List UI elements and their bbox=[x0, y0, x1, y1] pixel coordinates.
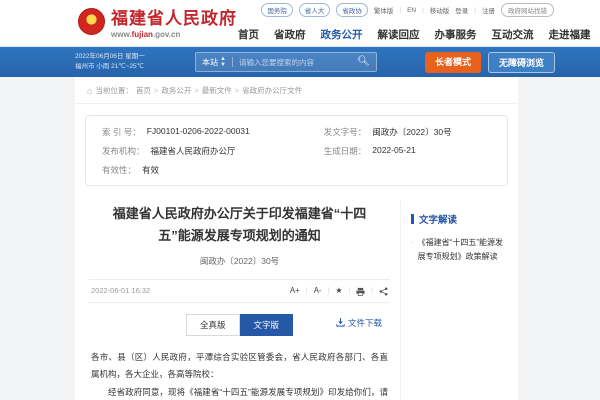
nav-about-fujian[interactable]: 走进福建 bbox=[549, 27, 591, 42]
meta-doc-number: 闽政办〔2022〕30号 bbox=[372, 126, 451, 138]
page-body: ⌂ 当前位置： 首页 > 政务公开 > 最新文件 > 省政府办公厅文件 索 引 … bbox=[0, 77, 600, 400]
breadcrumb: ⌂ 当前位置： 首页 > 政务公开 > 最新文件 > 省政府办公厅文件 bbox=[75, 77, 518, 104]
tab-full-version[interactable]: 全真版 bbox=[186, 314, 240, 336]
tab-text-version[interactable]: 文字版 bbox=[240, 314, 294, 336]
nav-home[interactable]: 首页 bbox=[238, 27, 259, 42]
version-tabs: 全真版 文字版 文件下载 bbox=[87, 314, 392, 334]
nav-services[interactable]: 办事服务 bbox=[435, 27, 477, 42]
nav-government-affairs[interactable]: 政务公开 bbox=[321, 27, 363, 42]
content-card: ⌂ 当前位置： 首页 > 政务公开 > 最新文件 > 省政府办公厅文件 索 引 … bbox=[75, 77, 518, 400]
site-url: www.fujian.gov.cn bbox=[111, 30, 237, 39]
select-arrows-icon: ▲▼ bbox=[220, 56, 226, 68]
nav-provincial-government[interactable]: 省政府 bbox=[274, 27, 306, 42]
doc-number: 闽政办〔2022〕30号 bbox=[87, 255, 392, 267]
meta-index-number: FJ00101-0206-2022-00031 bbox=[147, 126, 250, 138]
nav-interaction[interactable]: 互动交流 bbox=[492, 27, 534, 42]
link-state-council[interactable]: 国务院 bbox=[261, 3, 293, 17]
home-icon: ⌂ bbox=[87, 86, 92, 96]
site-error-report-badge[interactable]: 政府网站找错 bbox=[501, 3, 554, 17]
date-weather: 2022年06月06日 星期一 福州市 小雨 21℃~25℃ bbox=[75, 52, 145, 72]
link-traditional-chinese[interactable]: 繁体版 bbox=[374, 5, 394, 15]
paragraph: 经省政府同意，现将《福建省“十四五”能源发展专项规划》印发给你们，请认真组织实施… bbox=[91, 384, 388, 400]
download-icon bbox=[336, 318, 345, 327]
link-english[interactable]: EN bbox=[407, 7, 416, 14]
favorite-icon[interactable]: ★ bbox=[335, 286, 342, 295]
accessibility-button[interactable]: 无障碍浏览 bbox=[488, 52, 555, 73]
weather-info: 福州市 小雨 21℃~25℃ bbox=[75, 62, 145, 72]
page-title: 福建省人民政府办公厅关于印发福建省“十四五”能源发展专项规划的通知 bbox=[87, 203, 392, 247]
crumb-latest-docs[interactable]: 最新文件 bbox=[202, 85, 232, 96]
publish-time: 2022-06-01 16:32 bbox=[91, 286, 150, 295]
meta-issuing-agency: 福建省人民政府办公厅 bbox=[151, 145, 236, 157]
sidebar: 文字解读 · 《福建省“十四五”能源发展专项规划》政策解读 bbox=[400, 200, 518, 400]
paragraph: 各市、县（区）人民政府，平潭综合实验区管委会，省人民政府各部门、各直属机构，各大… bbox=[91, 349, 388, 385]
main-nav: 首页 省政府 政务公开 解读回应 办事服务 互动交流 走进福建 bbox=[238, 27, 591, 42]
site-logo[interactable]: ★ 福建省人民政府 www.fujian.gov.cn bbox=[78, 4, 237, 39]
meta-validity: 有效 bbox=[142, 164, 159, 176]
document-body: 各市、县（区）人民政府，平潭综合实验区管委会，省人民政府各部门、各直属机构，各大… bbox=[87, 349, 392, 400]
meta-issue-date: 2022-05-21 bbox=[372, 145, 415, 157]
site-header: ★ 福建省人民政府 www.fujian.gov.cn 国务院 省人大 省政协 … bbox=[0, 0, 600, 47]
document-meta-box: 索 引 号：FJ00101-0206-2022-00031 发文字号：闽政办〔2… bbox=[85, 115, 508, 186]
link-register[interactable]: 注册 bbox=[482, 5, 495, 15]
link-provincial-congress[interactable]: 省人大 bbox=[299, 3, 331, 17]
header-mini-links: 国务院 省人大 省政协 繁体版 | EN | 移动版 登录 | 注册 政府网站找… bbox=[261, 3, 554, 17]
link-mobile[interactable]: 移动版 bbox=[430, 5, 450, 15]
search-input[interactable] bbox=[239, 58, 357, 67]
nav-interpretation[interactable]: 解读回应 bbox=[378, 27, 420, 42]
font-larger-button[interactable]: A+ bbox=[290, 286, 300, 295]
link-login[interactable]: 登录 bbox=[455, 5, 468, 15]
publish-row: 2022-06-01 16:32 A+ ∣ A- ∣ ★ ∣ ∣ bbox=[89, 279, 390, 302]
print-icon[interactable] bbox=[356, 286, 365, 295]
font-smaller-button[interactable]: A- bbox=[314, 286, 322, 295]
crumb-office-docs[interactable]: 省政府办公厅文件 bbox=[242, 85, 302, 96]
article-column: 福建省人民政府办公厅关于印发福建省“十四五”能源发展专项规划的通知 闽政办〔20… bbox=[75, 186, 400, 400]
search-scope-select[interactable]: 本站▲▼ bbox=[202, 56, 226, 68]
crumb-home[interactable]: 首页 bbox=[136, 85, 151, 96]
crumb-gov-affairs[interactable]: 政务公开 bbox=[161, 85, 191, 96]
national-emblem-icon: ★ bbox=[78, 8, 105, 35]
utility-bar: 2022年06月06日 星期一 福州市 小雨 21℃~25℃ 本站▲▼ 🔍︎ 长… bbox=[0, 47, 600, 77]
search-icon[interactable]: 🔍︎ bbox=[357, 57, 370, 67]
share-icon[interactable] bbox=[379, 286, 388, 295]
elder-mode-button[interactable]: 长者模式 bbox=[425, 52, 481, 73]
policy-interpretation-link[interactable]: · 《福建省“十四五”能源发展专项规划》政策解读 bbox=[411, 236, 510, 265]
file-download-link[interactable]: 文件下载 bbox=[336, 317, 382, 329]
current-date: 2022年06月06日 星期一 bbox=[75, 52, 145, 62]
link-cppcc[interactable]: 省政协 bbox=[336, 3, 368, 17]
site-title: 福建省人民政府 bbox=[111, 4, 237, 29]
sidebar-heading: 文字解读 bbox=[411, 212, 510, 226]
search-box: 本站▲▼ 🔍︎ bbox=[195, 52, 377, 72]
